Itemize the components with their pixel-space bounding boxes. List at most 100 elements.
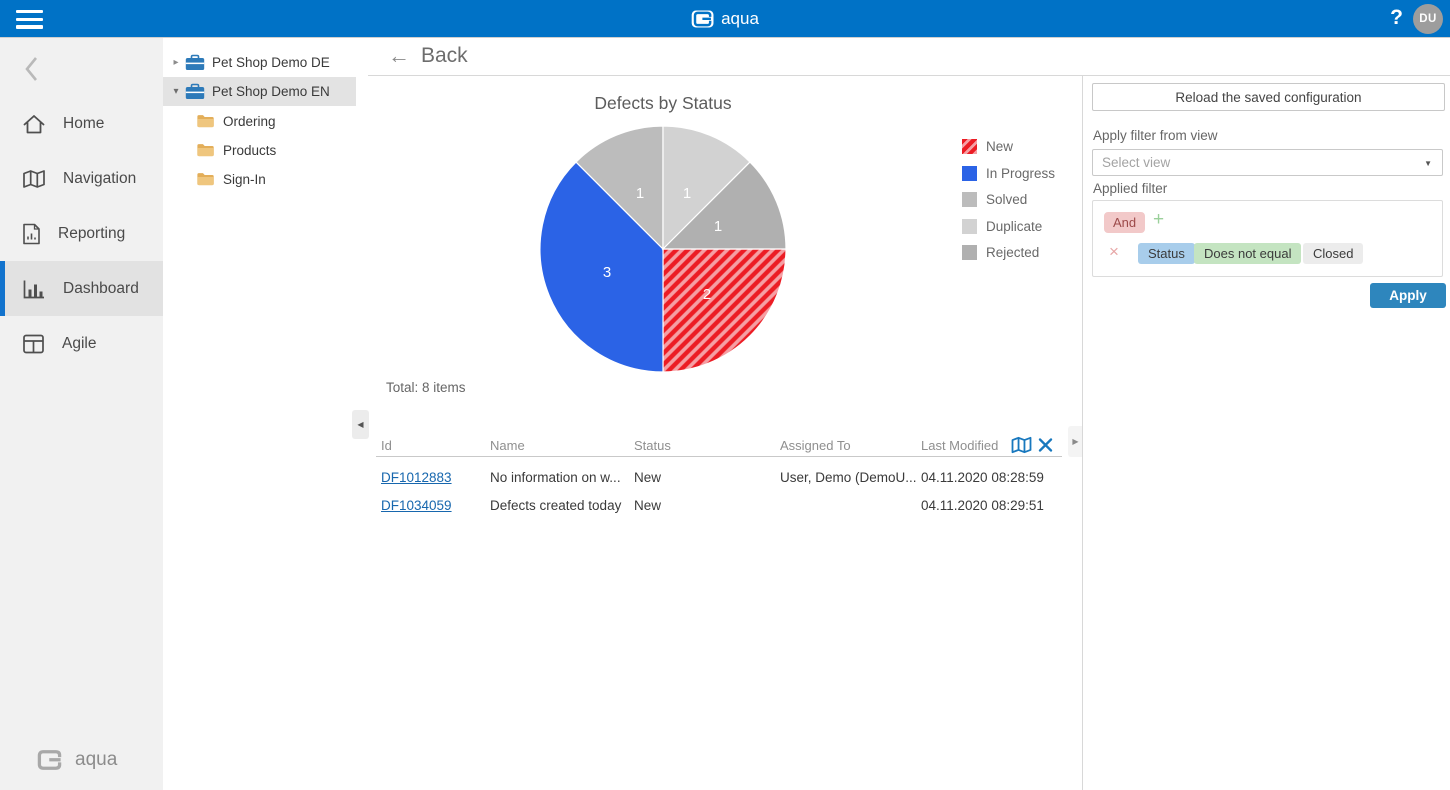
- folder-icon: [196, 172, 215, 186]
- remove-condition-icon[interactable]: ×: [1109, 242, 1119, 262]
- sidebar-nav: Home Navigation Reporting: [0, 96, 163, 371]
- report-document-icon: [22, 223, 41, 245]
- pie-value-solved: 1: [636, 185, 644, 202]
- back-button[interactable]: ← Back: [388, 44, 468, 68]
- collapse-left-icon: ◀: [357, 420, 363, 429]
- folder-icon: [196, 114, 215, 128]
- tree-item-label: Pet Shop Demo DE: [212, 55, 330, 70]
- legend-swatch-in-progress: [962, 166, 977, 181]
- reload-configuration-button[interactable]: Reload the saved configuration: [1092, 83, 1445, 111]
- footer-brand-text: aqua: [75, 749, 117, 771]
- table-row[interactable]: DF1034059 Defects created today New 04.1…: [376, 491, 1068, 519]
- sidebar-item-navigation[interactable]: Navigation: [0, 151, 163, 206]
- tree-item-label: Products: [223, 143, 276, 158]
- tree-expand-caret-icon[interactable]: ▸: [170, 57, 182, 68]
- project-briefcase-icon: [185, 54, 205, 71]
- total-items-label: Total: 8 items: [386, 380, 466, 395]
- sidebar: Home Navigation Reporting: [0, 38, 163, 790]
- project-briefcase-icon: [185, 83, 205, 100]
- sidebar-item-label: Dashboard: [63, 280, 139, 298]
- aqua-footer-logo-icon: [34, 748, 65, 772]
- pie-value-rejected: 1: [714, 218, 722, 235]
- brand: aqua: [691, 0, 759, 38]
- back-arrow-icon: ←: [388, 44, 410, 68]
- board-grid-icon: [22, 334, 45, 354]
- avatar[interactable]: DU: [1413, 4, 1443, 34]
- legend-item-duplicate[interactable]: Duplicate: [962, 219, 1055, 234]
- filter-field-chip[interactable]: Status: [1138, 243, 1195, 264]
- defect-name-cell: No information on w...: [490, 463, 621, 491]
- close-widget-icon[interactable]: [1038, 438, 1053, 452]
- legend-label: New: [986, 139, 1013, 154]
- open-in-navigation-map-icon[interactable]: [1010, 436, 1033, 454]
- brand-text: aqua: [721, 9, 759, 29]
- tree-item-label: Pet Shop Demo EN: [212, 84, 330, 99]
- column-header-assigned-to[interactable]: Assigned To: [780, 434, 851, 457]
- tree-item-sign-in[interactable]: Sign-In: [163, 165, 356, 193]
- legend-label: Rejected: [986, 245, 1039, 260]
- chart-title: Defects by Status: [538, 93, 788, 114]
- sidebar-item-agile[interactable]: Agile: [0, 316, 163, 371]
- sidebar-item-label: Reporting: [58, 225, 125, 243]
- home-icon: [22, 113, 46, 135]
- defect-id-link[interactable]: DF1012883: [381, 470, 452, 485]
- header-divider: [368, 75, 1450, 76]
- dropdown-caret-icon: ▼: [1424, 159, 1432, 168]
- add-condition-icon[interactable]: +: [1153, 209, 1164, 231]
- legend-item-solved[interactable]: Solved: [962, 192, 1055, 207]
- tree-item-label: Ordering: [223, 114, 276, 129]
- app-root: aqua ? DU Home Navigation: [0, 0, 1450, 790]
- pie-slice-new[interactable]: [663, 249, 786, 372]
- tree-item-label: Sign-In: [223, 172, 266, 187]
- filter-value-chip[interactable]: Closed: [1303, 243, 1363, 264]
- bar-chart-icon: [22, 279, 46, 299]
- defect-assigned-cell: User, Demo (DemoU...: [780, 463, 917, 491]
- chevron-left-icon: [22, 54, 42, 84]
- table-row[interactable]: DF1012883 No information on w... New Use…: [376, 463, 1068, 491]
- sidebar-item-home[interactable]: Home: [0, 96, 163, 151]
- legend-item-rejected[interactable]: Rejected: [962, 245, 1055, 260]
- legend-swatch-solved: [962, 192, 977, 207]
- pie-value-duplicate: 1: [683, 185, 691, 202]
- defects-table: Id Name Status Assigned To Last Modified…: [376, 434, 1068, 519]
- sidebar-item-reporting[interactable]: Reporting: [0, 206, 163, 261]
- column-header-name[interactable]: Name: [490, 434, 525, 457]
- defect-status-cell: New: [634, 463, 661, 491]
- apply-filter-from-view-label: Apply filter from view: [1093, 128, 1218, 143]
- filter-operator-and-chip[interactable]: And: [1104, 212, 1145, 233]
- defects-by-status-pie-chart: 2 3 1 1 1: [540, 126, 786, 372]
- filter-operator-chip[interactable]: Does not equal: [1194, 243, 1301, 264]
- tree-collapse-caret-icon[interactable]: ▾: [170, 86, 182, 97]
- expand-right-handle[interactable]: ▶: [1068, 426, 1083, 457]
- column-header-id[interactable]: Id: [381, 434, 392, 457]
- sidebar-collapse-button[interactable]: [22, 54, 42, 89]
- legend-item-new[interactable]: New: [962, 139, 1055, 154]
- column-header-last-modified[interactable]: Last Modified: [921, 434, 998, 457]
- view-select-placeholder: Select view: [1102, 155, 1170, 170]
- defect-modified-cell: 04.11.2020 08:29:51: [921, 491, 1044, 519]
- back-label: Back: [421, 44, 468, 68]
- sidebar-item-dashboard[interactable]: Dashboard: [0, 261, 163, 316]
- help-button[interactable]: ?: [1390, 6, 1403, 30]
- table-header-row: Id Name Status Assigned To Last Modified: [376, 434, 1062, 457]
- tree-item-products[interactable]: Products: [163, 136, 356, 164]
- map-icon: [22, 169, 46, 189]
- legend-swatch-new: [962, 139, 977, 154]
- legend-label: Duplicate: [986, 219, 1042, 234]
- menu-button[interactable]: [16, 10, 43, 29]
- defect-name-cell: Defects created today: [490, 491, 621, 519]
- column-header-status[interactable]: Status: [634, 434, 671, 457]
- legend-swatch-duplicate: [962, 219, 977, 234]
- tree-item-ordering[interactable]: Ordering: [163, 107, 356, 135]
- tree-item-pet-shop-demo-en[interactable]: ▾ Pet Shop Demo EN: [163, 77, 356, 106]
- view-select[interactable]: Select view ▼: [1092, 149, 1443, 176]
- apply-filter-button[interactable]: Apply: [1370, 283, 1446, 308]
- top-bar: aqua ? DU: [0, 0, 1450, 38]
- defect-id-link[interactable]: DF1034059: [381, 498, 452, 513]
- legend-item-in-progress[interactable]: In Progress: [962, 166, 1055, 181]
- chart-legend: New In Progress Solved Duplicate Rejecte…: [962, 139, 1055, 260]
- sidebar-item-label: Home: [63, 115, 104, 133]
- collapse-left-handle[interactable]: ◀: [352, 410, 369, 439]
- aqua-logo-icon: [691, 10, 714, 28]
- tree-item-pet-shop-demo-de[interactable]: ▸ Pet Shop Demo DE: [163, 48, 356, 77]
